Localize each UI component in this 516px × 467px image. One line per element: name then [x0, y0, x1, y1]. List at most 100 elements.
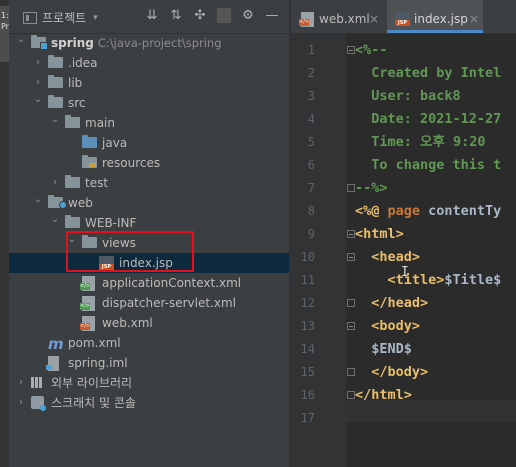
- tree-item-label: main: [85, 116, 115, 130]
- tree-item[interactable]: ⌄ WEB-INF: [9, 213, 289, 233]
- project-tree: ⌄ spring C:\java-project\spring › .idea › lib ⌄…: [9, 33, 289, 413]
- tree-item[interactable]: › test: [9, 173, 289, 193]
- fold-marker-icon[interactable]: [347, 322, 355, 330]
- chevron-right-icon[interactable]: ›: [50, 173, 60, 193]
- code-line: </body>: [355, 361, 428, 384]
- expand-all-icon[interactable]: ⇅: [169, 8, 183, 23]
- project-icon: [23, 11, 37, 24]
- tree-item-label: dispatcher-servlet.xml: [102, 296, 236, 310]
- fold-marker-icon[interactable]: [347, 391, 355, 399]
- tree-item-label: src: [68, 96, 86, 110]
- chevron-down-icon[interactable]: ⌄: [33, 190, 43, 210]
- code-token: $END$: [355, 341, 412, 357]
- close-icon[interactable]: ×: [469, 0, 479, 38]
- tab-web-xml[interactable]: </> web.xml ×: [299, 0, 383, 33]
- tab-index-jsp[interactable]: JSP index.jsp ×: [387, 0, 483, 33]
- project-tool-tab[interactable]: 1: Pr: [0, 6, 9, 62]
- tree-item-label: 스크래치 및 콘솔: [51, 396, 136, 410]
- project-panel-title: 프로젝트: [42, 11, 87, 25]
- tree-item[interactable]: </> dispatcher-servlet.xml: [9, 293, 289, 313]
- chevron-right-icon[interactable]: ›: [33, 53, 43, 73]
- line-number: 14: [300, 342, 315, 356]
- close-icon[interactable]: ×: [369, 0, 379, 38]
- chevron-down-icon[interactable]: ⌄: [50, 210, 60, 230]
- code-line: User: back8: [355, 85, 460, 108]
- line-number: 16: [300, 388, 315, 402]
- tree-item-label: WEB-INF: [85, 216, 137, 230]
- folder-icon: [65, 115, 80, 128]
- editor-tabs: </> web.xml × JSP index.jsp ×: [291, 0, 516, 34]
- code-token: <%--: [355, 42, 388, 58]
- line-number: 2: [307, 66, 315, 80]
- code-token: <%@: [355, 203, 388, 219]
- tree-item[interactable]: › 외부 라이브러리: [9, 373, 289, 393]
- tree-item-label: spring.iml: [68, 356, 128, 370]
- editor: </> web.xml × JSP index.jsp × 1234567891…: [291, 0, 516, 467]
- scroll-from-source-icon[interactable]: ✣: [193, 8, 207, 23]
- hide-icon[interactable]: —: [265, 8, 279, 23]
- line-number: 17: [300, 411, 315, 425]
- tree-item[interactable]: spring.iml: [9, 353, 289, 373]
- tree-item[interactable]: ⌄ spring C:\java-project\spring: [9, 33, 289, 53]
- folder-icon: [65, 215, 80, 228]
- fold-marker-icon[interactable]: [347, 368, 355, 376]
- tree-item[interactable]: › 스크래치 및 콘솔: [9, 393, 289, 413]
- line-number: 15: [300, 365, 315, 379]
- code-token: </body>: [355, 364, 429, 380]
- collapse-all-icon[interactable]: ⇊: [145, 8, 159, 23]
- line-number: 9: [307, 227, 315, 241]
- tree-item-label: web: [68, 196, 93, 210]
- gear-icon[interactable]: ⚙: [241, 8, 255, 23]
- code-token: <title>: [355, 272, 445, 288]
- tree-item[interactable]: › .idea: [9, 53, 289, 73]
- code-line: Created by Intel: [355, 62, 501, 85]
- code-line: $END$: [355, 338, 412, 361]
- jsp-file-icon: JSP: [395, 12, 410, 26]
- fold-marker-icon[interactable]: [347, 184, 355, 192]
- folder-icon: [48, 55, 63, 68]
- code-line: <%--: [355, 39, 388, 62]
- code-line: <body>: [355, 315, 420, 338]
- tree-item[interactable]: › lib: [9, 73, 289, 93]
- toolbar-divider: [217, 8, 231, 23]
- fold-marker-icon[interactable]: [347, 299, 355, 307]
- line-number: 12: [300, 296, 315, 310]
- tree-item-label: java: [102, 136, 128, 150]
- text-cursor-icon: I: [401, 265, 409, 280]
- fold-marker-icon[interactable]: [347, 46, 355, 54]
- chevron-right-icon[interactable]: ›: [16, 393, 26, 413]
- chevron-down-icon[interactable]: ⌄: [50, 110, 60, 130]
- project-view-selector[interactable]: 프로젝트 ▾: [23, 9, 98, 26]
- maven-icon: m: [48, 335, 64, 353]
- spring-xml-icon: </>: [80, 296, 95, 311]
- project-toolbar: 프로젝트 ▾ ⇊ ⇅ ✣ ⚙ —: [9, 0, 289, 34]
- line-number: 8: [307, 204, 315, 218]
- tree-item[interactable]: resources: [9, 153, 289, 173]
- line-gutter: 1 2 3 4 5 6 7 8 9 10 11 12 13 14 15 16 17: [291, 33, 355, 467]
- code-line: <html>: [355, 223, 404, 246]
- tree-item[interactable]: </> web.xml: [9, 313, 289, 333]
- tree-item[interactable]: m pom.xml: [9, 333, 289, 353]
- tree-item-label: pom.xml: [68, 336, 121, 350]
- resources-folder-icon: [82, 155, 97, 168]
- tree-item-label: web.xml: [102, 316, 153, 330]
- tree-item[interactable]: ⌄ main: [9, 113, 289, 133]
- tree-item-label: test: [85, 176, 109, 190]
- fold-marker-icon[interactable]: [347, 230, 355, 238]
- tree-item[interactable]: </> applicationContext.xml: [9, 273, 289, 293]
- chevron-right-icon[interactable]: ›: [16, 373, 26, 393]
- line-number: 4: [307, 112, 315, 126]
- chevron-down-icon[interactable]: ⌄: [16, 30, 26, 50]
- code-line: <%@ page contentTy: [355, 200, 501, 223]
- line-number: 6: [307, 158, 315, 172]
- code-line: </html>: [355, 384, 412, 407]
- line-number: 11: [300, 273, 315, 287]
- fold-marker-icon[interactable]: [347, 253, 355, 261]
- line-number: 7: [307, 181, 315, 195]
- tree-item-label: resources: [102, 156, 161, 170]
- line-number: 5: [307, 135, 315, 149]
- chevron-down-icon[interactable]: ⌄: [33, 90, 43, 110]
- code-token: Time: 오후 9:20: [355, 134, 486, 150]
- tree-item-label: .idea: [68, 56, 98, 70]
- tree-item[interactable]: java: [9, 133, 289, 153]
